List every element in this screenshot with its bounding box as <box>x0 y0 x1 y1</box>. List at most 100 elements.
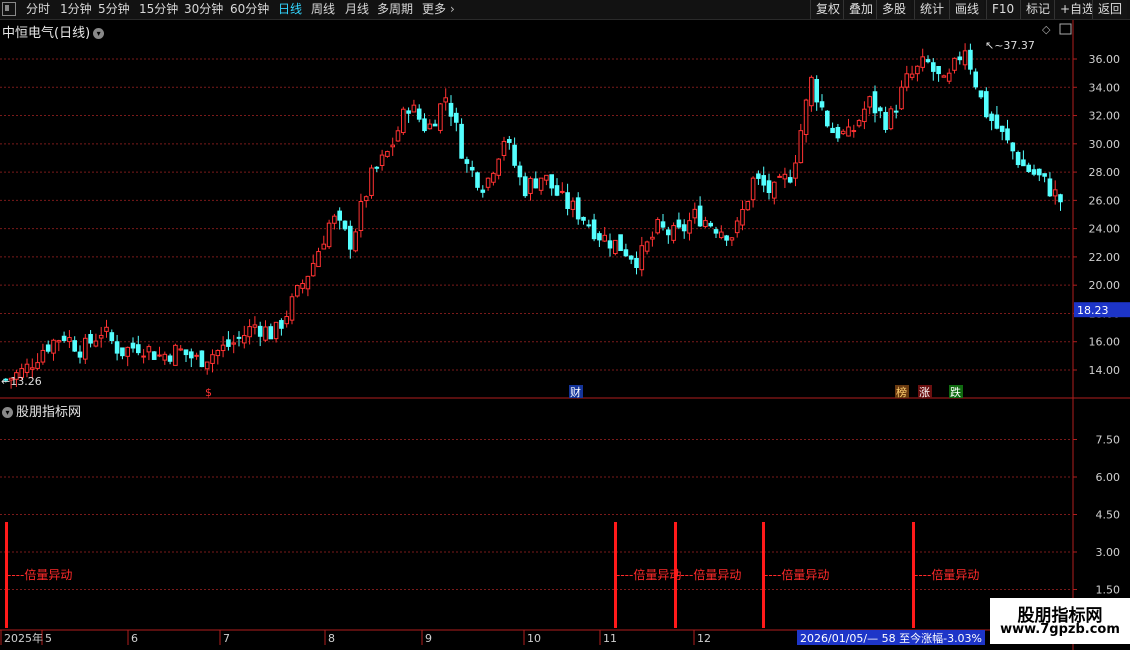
candle-body <box>496 158 501 176</box>
candle-body <box>279 320 284 329</box>
candle-body <box>862 108 867 123</box>
period-tab-30min[interactable]: 30分钟 <box>184 1 223 18</box>
back-button[interactable]: 返回 <box>1092 0 1128 19</box>
candle-body <box>374 166 380 169</box>
kline-chart[interactable]: ----倍量异动 ----倍量异动----倍量异动 ----倍量异动 ----倍量异动… <box>0 0 1130 650</box>
signal-bar <box>912 522 915 628</box>
candle-body <box>485 177 491 188</box>
candle-body <box>459 123 464 159</box>
candle-body <box>427 123 433 130</box>
candle-body <box>676 219 682 228</box>
candle-body <box>570 200 576 210</box>
event-marker[interactable]: $ <box>205 386 212 399</box>
period-tab-5min[interactable]: 5分钟 <box>98 1 130 18</box>
candle-body <box>295 285 300 297</box>
candle-body <box>19 368 24 378</box>
candle-body <box>941 75 947 78</box>
candle-body <box>660 221 666 228</box>
candle-body <box>681 224 687 232</box>
x-tick-label: 5 <box>45 632 52 645</box>
candle-body <box>114 341 120 354</box>
candle-body <box>978 90 984 98</box>
candle-body <box>618 234 623 252</box>
candle-body <box>226 339 231 347</box>
candle-body <box>109 332 115 342</box>
candle-body <box>628 255 634 260</box>
candle-body <box>989 113 994 121</box>
signal-bar <box>762 522 765 628</box>
candle-body <box>252 324 258 328</box>
period-tab-more[interactable]: 更多 <box>422 1 446 18</box>
stats-button[interactable]: 统计 <box>914 0 950 19</box>
chevron-down-icon[interactable]: ▾ <box>93 28 105 39</box>
period-tab-fenshi[interactable]: 分时 <box>26 1 50 18</box>
candle-body <box>8 377 14 381</box>
candle-body <box>602 234 608 242</box>
chevron-right-icon[interactable]: › <box>450 1 455 18</box>
y-tick-label: 36.00 <box>1089 53 1121 66</box>
event-marker[interactable]: 榜 <box>896 385 907 399</box>
period-tab-1min[interactable]: 1分钟 <box>60 1 92 18</box>
x-tick-label: 7 <box>223 632 230 645</box>
y-tick-label: 16.00 <box>1089 336 1121 349</box>
candle-body <box>666 229 671 236</box>
indicator-y-tick-label: 3.00 <box>1096 546 1121 559</box>
period-tab-daily[interactable]: 日线 <box>278 1 302 18</box>
event-marker-bg <box>918 385 932 398</box>
x-tick-label: 8 <box>328 632 335 645</box>
period-tab-60min[interactable]: 60分钟 <box>230 1 269 18</box>
candle-body <box>72 340 78 352</box>
candle-body <box>310 262 316 277</box>
event-marker[interactable]: 涨 <box>919 386 930 399</box>
layout-icon[interactable] <box>1059 23 1072 35</box>
y-tick-label: 24.00 <box>1089 223 1121 236</box>
draw-line-button[interactable]: 画线 <box>949 0 985 19</box>
chart-title: 中恒电气(日线) ▾ <box>2 22 105 41</box>
period-tab-15min[interactable]: 15分钟 <box>139 1 178 18</box>
y-tick-label: 26.00 <box>1089 194 1121 207</box>
candle-body <box>544 174 549 181</box>
candle-body <box>639 245 645 271</box>
candle-body <box>846 126 851 137</box>
period-tab-multi[interactable]: 多周期 <box>377 1 413 18</box>
candle-body <box>708 222 714 227</box>
overlay-button[interactable]: 叠加 <box>843 0 879 19</box>
candle-body <box>909 73 915 78</box>
candle-body <box>787 177 793 183</box>
y-tick-label: 30.00 <box>1089 138 1121 151</box>
candle-body <box>369 167 374 196</box>
diamond-icon[interactable]: ◇ <box>1042 23 1051 36</box>
candle-body <box>231 342 236 345</box>
candle-body <box>454 112 459 123</box>
candle-body <box>936 66 941 75</box>
current-price-tag <box>1074 302 1130 318</box>
candle-body <box>411 104 417 113</box>
event-marker[interactable]: 跌 <box>950 385 961 399</box>
indicator-y-tick-label: 6.00 <box>1096 471 1121 484</box>
candle-body <box>586 224 592 227</box>
chevron-down-icon[interactable]: ▾ <box>2 407 13 418</box>
y-tick-label: 34.00 <box>1089 81 1121 94</box>
mark-button[interactable]: 标记 <box>1020 0 1056 19</box>
candle-body <box>67 337 72 343</box>
candle-body <box>729 237 735 241</box>
f10-button[interactable]: F10 <box>986 0 1020 19</box>
candle-body <box>422 118 427 132</box>
candle-body <box>644 241 650 252</box>
candle-body <box>984 91 989 118</box>
event-marker[interactable]: 财 <box>570 385 581 399</box>
candle-body <box>173 344 178 366</box>
signal-label: ----倍量异动 <box>616 567 681 582</box>
site-watermark: 股朋指标网 www.7gpzb.com <box>990 598 1130 644</box>
candle-body <box>957 56 963 61</box>
candle-body <box>840 130 846 135</box>
period-tab-monthly[interactable]: 月线 <box>345 1 369 18</box>
fuquan-button[interactable]: 复权 <box>810 0 846 19</box>
candle-body <box>475 172 480 188</box>
candle-body <box>30 367 35 370</box>
period-tab-weekly[interactable]: 周线 <box>311 1 335 18</box>
candle-body <box>358 201 364 232</box>
candle-body <box>899 86 904 110</box>
multi-stock-button[interactable]: 多股 <box>876 0 912 19</box>
window-toggle-icon[interactable] <box>2 2 16 16</box>
